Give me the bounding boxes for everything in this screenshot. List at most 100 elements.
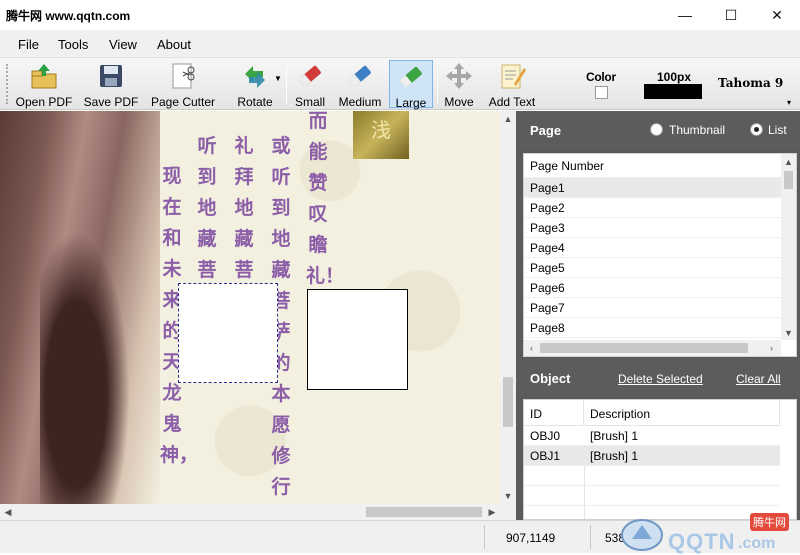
open-folder-icon <box>30 62 58 90</box>
watermark-logo-icon <box>621 519 663 551</box>
object-description: [Brush] 1 <box>590 429 639 443</box>
minimize-button[interactable]: — <box>662 0 708 30</box>
page-list-item[interactable]: Page3 <box>524 218 782 238</box>
add-text-button[interactable]: Add Text <box>484 60 540 109</box>
page-list-item[interactable]: Page8 <box>524 318 782 338</box>
id-column-header[interactable]: ID <box>524 400 584 426</box>
page-list-item[interactable]: Page2 <box>524 198 782 218</box>
list-radio-label[interactable]: List <box>768 123 787 137</box>
page-number-column-header[interactable]: Page Number <box>524 154 782 178</box>
text-column-5: 而能赞叹瞻礼！ <box>306 111 345 287</box>
medium-brush-button[interactable]: Medium <box>335 60 385 109</box>
page-list-hscroll-thumb[interactable] <box>540 343 748 353</box>
object-panel-header: Object Delete Selected Clear All <box>516 359 800 397</box>
cursor-coordinates: 907,1149 <box>506 531 556 545</box>
toolbar-separator <box>437 64 438 104</box>
scroll-down-icon[interactable]: ▼ <box>500 488 516 504</box>
move-button[interactable]: Move <box>441 60 477 109</box>
brush-object-obj1[interactable] <box>307 289 408 390</box>
statue-shadow <box>40 231 130 504</box>
viewer-horizontal-scrollbar[interactable]: ◀ ▶ <box>0 504 500 520</box>
table-row[interactable]: OBJ1 [Brush] 1 <box>524 446 780 466</box>
thumbnail-radio[interactable] <box>650 123 663 136</box>
thumbnail-radio-label[interactable]: Thumbnail <box>669 123 725 137</box>
small-brush-button[interactable]: Small <box>290 60 330 109</box>
table-row-empty <box>524 486 780 506</box>
brush-object-obj0[interactable] <box>178 283 278 383</box>
red-eraser-icon <box>296 62 324 90</box>
font-label[interactable]: Tahoma 9 <box>718 76 783 90</box>
note-pencil-icon <box>498 62 526 90</box>
page-list-item[interactable]: Page1 <box>524 178 782 198</box>
menu-view[interactable]: View <box>109 37 137 52</box>
scroll-up-icon[interactable]: ▲ <box>781 154 796 169</box>
menu-about[interactable]: About <box>157 37 191 52</box>
watermark-brand: QQTN <box>668 529 736 554</box>
toolbar-separator <box>286 64 287 104</box>
maximize-button[interactable]: ☐ <box>708 0 754 30</box>
table-row[interactable]: OBJ0 [Brush] 1 <box>524 426 780 446</box>
color-swatch[interactable] <box>595 86 608 99</box>
table-row-empty <box>524 466 780 486</box>
list-radio[interactable] <box>750 123 763 136</box>
pdf-page-canvas[interactable]: 浅 现在和未来的天龙鬼神， 听到地藏菩萨 礼拜地藏菩萨 或听到地藏菩萨的本愿修行… <box>0 111 500 520</box>
scrollbar-corner <box>500 504 516 520</box>
qqtn-watermark: QQTN .com 腾牛网 <box>612 505 800 554</box>
color-label: Color <box>586 70 616 84</box>
menu-bar: File Tools View About <box>0 30 800 58</box>
menu-file[interactable]: File <box>18 37 39 52</box>
save-pdf-button[interactable]: Save PDF <box>82 60 140 109</box>
scroll-left-icon[interactable]: ‹ <box>524 340 539 356</box>
gold-title-tile: 浅 <box>353 111 409 159</box>
close-button[interactable]: ✕ <box>754 0 800 30</box>
page-list-item[interactable]: Page5 <box>524 258 782 278</box>
page-cutter-button[interactable]: Page Cutter <box>147 60 219 109</box>
scroll-right-icon[interactable]: › <box>764 340 779 356</box>
title-bar: 腾牛网 www.qqtn.com — ☐ ✕ <box>0 0 800 30</box>
toolbar-grip[interactable] <box>6 64 10 104</box>
status-separator <box>484 525 485 549</box>
menu-tools[interactable]: Tools <box>58 37 88 52</box>
scroll-left-icon[interactable]: ◀ <box>0 504 16 520</box>
clear-all-link[interactable]: Clear All <box>736 372 781 386</box>
page-list-vscroll-thumb[interactable] <box>784 171 793 189</box>
viewer-vertical-scrollbar[interactable]: ▲ ▼ <box>500 111 516 504</box>
move-cross-icon <box>445 62 473 90</box>
page-panel-header: Page Thumbnail List <box>516 111 800 149</box>
viewer-vscroll-thumb[interactable] <box>503 377 513 427</box>
large-brush-button[interactable]: Large <box>389 60 433 110</box>
object-list[interactable]: ID Description OBJ0 [Brush] 1 OBJ1 [Brus… <box>523 399 797 520</box>
toolbar: Open PDF Save PDF Page Cutter Rotate ▼ S… <box>0 58 800 110</box>
description-column-header[interactable]: Description <box>584 400 780 426</box>
rotate-button[interactable]: Rotate ▼ <box>226 60 284 109</box>
scroll-right-icon[interactable]: ▶ <box>484 504 500 520</box>
object-id: OBJ1 <box>530 449 561 463</box>
page-list-item[interactable]: Page6 <box>524 278 782 298</box>
scissors-page-icon <box>169 62 197 90</box>
object-description: [Brush] 1 <box>590 449 639 463</box>
scroll-up-icon[interactable]: ▲ <box>500 111 516 127</box>
page-list-item[interactable]: Page4 <box>524 238 782 258</box>
brush-size-preview[interactable] <box>644 84 702 99</box>
window-title: 腾牛网 www.qqtn.com <box>6 9 131 23</box>
floppy-disk-icon <box>97 62 125 90</box>
toolbar-overflow-icon[interactable]: ▾ <box>787 98 791 107</box>
watermark-domain: .com <box>738 535 776 552</box>
status-separator <box>590 525 591 549</box>
scroll-down-icon[interactable]: ▼ <box>781 325 796 340</box>
page-list-vscrollbar[interactable]: ▲ ▼ <box>781 154 796 340</box>
rotate-dropdown-icon[interactable]: ▼ <box>274 74 282 83</box>
green-eraser-icon <box>397 63 425 91</box>
page-list[interactable]: Page Number Page1 Page2 Page3 Page4 Page… <box>523 153 797 357</box>
rotate-arrows-icon <box>241 62 269 90</box>
open-pdf-button[interactable]: Open PDF <box>14 60 74 109</box>
delete-selected-link[interactable]: Delete Selected <box>618 372 703 386</box>
page-list-hscrollbar[interactable]: ‹ › <box>524 340 781 356</box>
watermark-cn-badge: 腾牛网 <box>750 513 789 531</box>
object-panel-title: Object <box>530 371 571 386</box>
page-list-item[interactable]: Page7 <box>524 298 782 318</box>
object-id: OBJ0 <box>530 429 561 443</box>
viewer-hscroll-thumb[interactable] <box>366 507 482 517</box>
brush-size-label: 100px <box>657 70 692 84</box>
document-viewer[interactable]: 浅 现在和未来的天龙鬼神， 听到地藏菩萨 礼拜地藏菩萨 或听到地藏菩萨的本愿修行… <box>0 111 516 520</box>
